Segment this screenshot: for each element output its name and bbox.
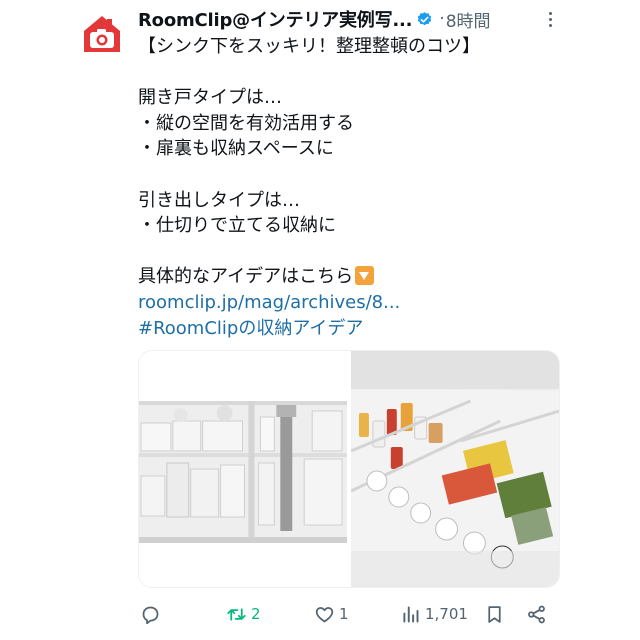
action-bar: 2 1 1,701	[138, 600, 560, 628]
body-line: 開き戸タイプは…	[138, 87, 282, 109]
body-line-with-emoji: 具体的なアイデアはこちら	[138, 264, 578, 290]
views-count: 1,701	[425, 605, 468, 623]
body-line: 具体的なアイデアはこちら	[138, 266, 354, 288]
tweet-timestamp[interactable]: 8時間	[446, 7, 491, 32]
share-icon	[528, 605, 545, 623]
share-button[interactable]	[526, 600, 547, 628]
separator-dot: ·	[439, 9, 445, 29]
like-count: 1	[339, 605, 349, 623]
views-chart-icon	[403, 606, 419, 622]
bookmark-button[interactable]	[484, 600, 505, 628]
hashtag-link[interactable]: #RoomClipの収納アイデア	[138, 316, 578, 342]
retweet-icon	[227, 607, 246, 621]
down-arrow-emoji-icon	[355, 266, 375, 286]
house-camera-logo-icon	[84, 16, 120, 52]
tweet-body: 【シンク下をスッキリ！整理整頓のコツ】 開き戸タイプは… ・縦の空間を有効活用す…	[138, 34, 578, 341]
views-button[interactable]: 1,701	[400, 600, 468, 628]
avatar[interactable]	[82, 14, 122, 54]
photo-under-sink-cabinet[interactable]	[139, 351, 347, 587]
body-blank-line	[138, 239, 578, 265]
tweet-header: RoomClip@インテリア実例写... · 8時間	[138, 6, 568, 32]
retweet-count: 2	[251, 605, 261, 623]
like-button[interactable]: 1	[314, 600, 349, 628]
bookmark-icon	[488, 605, 501, 623]
heart-icon	[315, 606, 334, 622]
body-line: ・仕切りで立てる収納に	[138, 215, 336, 237]
body-line: ・縦の空間を有効活用する	[138, 112, 354, 134]
reply-button[interactable]	[140, 600, 165, 628]
reply-icon	[142, 606, 159, 624]
more-vertical-icon[interactable]	[540, 8, 560, 30]
article-link[interactable]: roomclip.jp/mag/archives/8...	[138, 290, 578, 316]
media-grid	[138, 350, 560, 588]
photo-drawer-organizer[interactable]	[351, 351, 559, 587]
body-line: 引き出しタイプは…	[138, 189, 300, 211]
body-blank-line	[138, 162, 578, 188]
tweet[interactable]: RoomClip@インテリア実例写... · 8時間 【シンク下をスッキリ！整理…	[0, 0, 640, 640]
retweet-button[interactable]: 2	[226, 600, 261, 628]
author-display-name[interactable]: RoomClip@インテリア実例写...	[138, 6, 412, 32]
body-blank-line	[138, 60, 578, 86]
body-line: ・扉裏も収納スペースに	[138, 138, 334, 160]
verified-badge-icon	[416, 11, 433, 28]
body-line: 【シンク下をスッキリ！整理整頓のコツ】	[138, 36, 480, 57]
